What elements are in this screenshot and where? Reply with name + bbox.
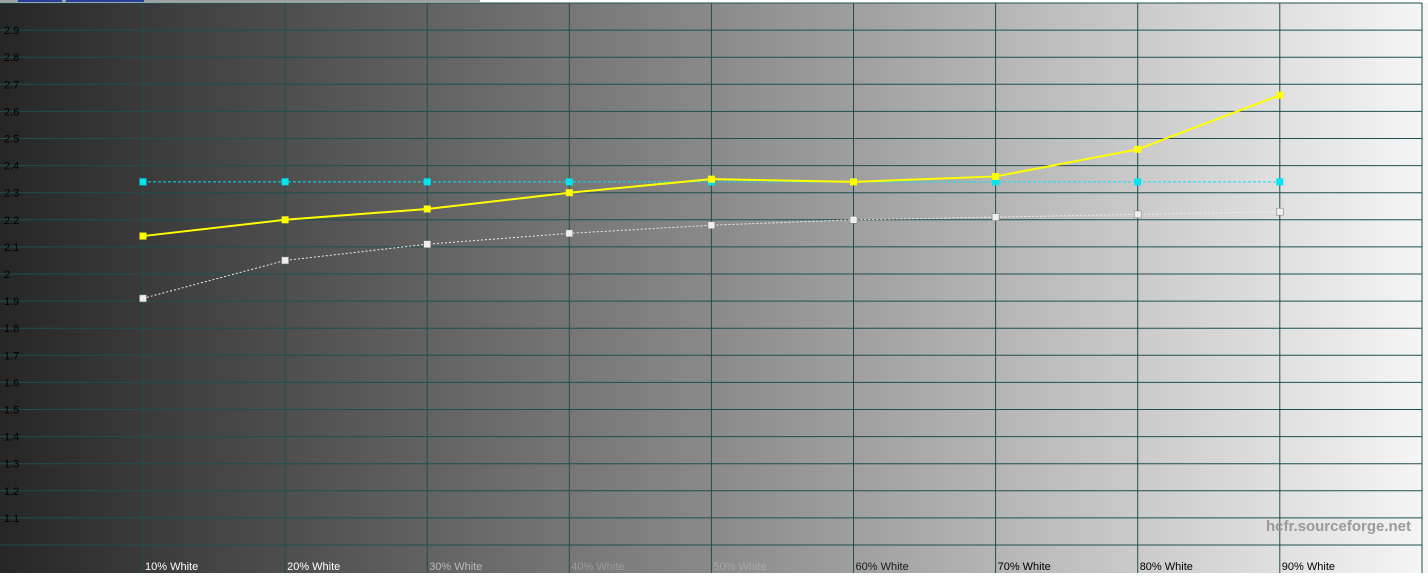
data-point	[707, 175, 715, 183]
data-point	[1276, 178, 1284, 186]
x-tick-label: 90% White	[1282, 561, 1335, 573]
x-tick-label: 80% White	[1140, 561, 1193, 573]
y-tick-label: 2.3	[4, 188, 19, 200]
data-point	[1134, 178, 1142, 186]
y-tick-label: 1.6	[4, 377, 19, 389]
y-tick-label: 1.9	[4, 296, 19, 308]
y-tick-label: 2.2	[4, 215, 19, 227]
x-tick-label: 20% White	[287, 561, 340, 573]
data-point	[281, 256, 289, 265]
x-tick-label: 50% White	[713, 561, 766, 573]
y-tick-label: 2.9	[4, 25, 19, 37]
y-tick-label: 1.3	[4, 459, 19, 471]
data-point	[1276, 207, 1284, 216]
y-tick-label: 2.5	[4, 134, 19, 146]
y-tick-label: 2.6	[4, 106, 19, 118]
y-tick-label: 1.8	[4, 323, 19, 335]
y-tick-label: 2.1	[4, 242, 19, 254]
data-point	[281, 216, 289, 224]
y-tick-label: 1.2	[4, 486, 19, 498]
x-tick-label: 10% White	[145, 561, 198, 573]
y-tick-label: 2.7	[4, 79, 19, 91]
data-point	[1133, 210, 1142, 219]
data-point	[850, 178, 857, 186]
x-tick-label: 70% White	[998, 561, 1051, 573]
data-point	[423, 205, 431, 213]
data-point	[1276, 91, 1284, 99]
y-tick-label: 1.1	[4, 513, 19, 525]
data-point	[991, 213, 1000, 221]
data-point	[139, 232, 147, 240]
y-tick-label: 1.4	[4, 432, 19, 444]
y-tick-label: 1.5	[4, 405, 19, 417]
y-tick-label: 1.7	[4, 350, 19, 362]
data-point	[423, 178, 431, 186]
gamma-chart: 1.1 1.2 1.3 1.4 1.5 1.6 1.7 1.8 1.9 2 2.1 2.2 2.3 2.4…	[0, 2, 1428, 573]
data-point	[565, 189, 573, 197]
y-tick-label: 2.8	[4, 52, 19, 64]
data-point	[707, 221, 716, 229]
data-point	[565, 178, 573, 186]
y-tick-label: 2	[4, 269, 10, 281]
x-tick-label: 30% White	[429, 561, 482, 573]
data-point	[423, 240, 431, 248]
x-axis-ticks: 10% White 20% White 30% White 40% White 50% …	[145, 561, 1335, 573]
data-point	[565, 229, 574, 238]
x-tick-label: 60% White	[856, 561, 909, 573]
x-tick-label: 40% White	[571, 561, 624, 573]
data-point	[281, 178, 289, 186]
data-point	[992, 172, 1000, 180]
watermark: hcfr.sourceforge.net	[1266, 518, 1411, 535]
y-tick-label: 2.4	[4, 161, 19, 173]
data-point	[1134, 145, 1142, 153]
plot-background	[0, 3, 1428, 573]
data-point	[849, 216, 858, 224]
data-point	[139, 294, 147, 303]
data-point	[139, 178, 147, 186]
